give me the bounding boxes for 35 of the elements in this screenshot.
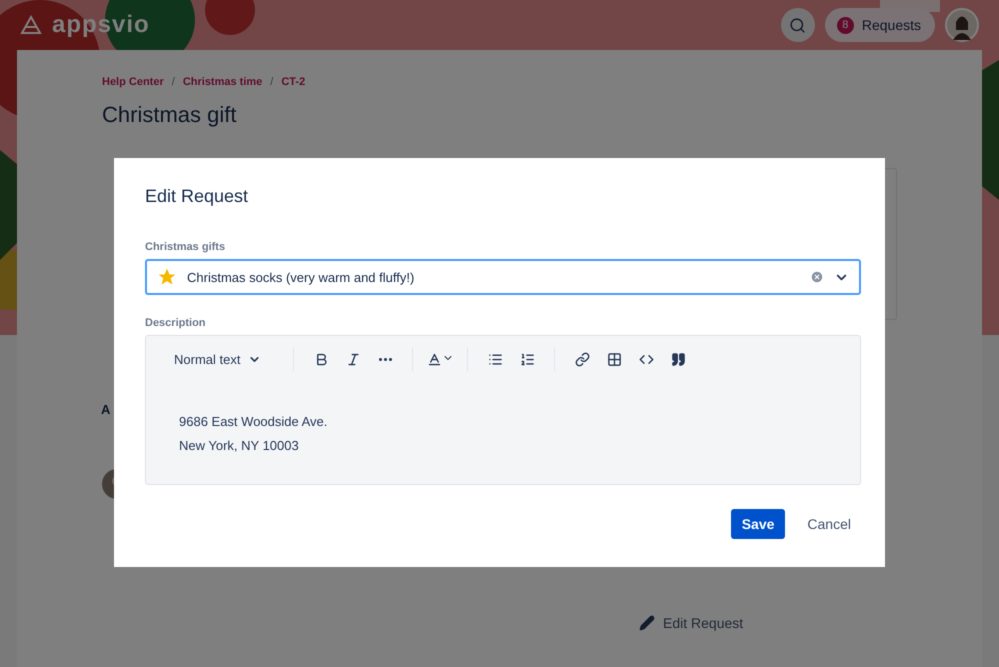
breadcrumb-link[interactable]: Help Center	[102, 76, 164, 88]
star-icon	[157, 267, 177, 287]
logo-icon	[20, 15, 42, 35]
field-label: Christmas gifts	[145, 241, 226, 253]
avatar[interactable]	[945, 8, 979, 42]
bullet-list-icon	[488, 352, 503, 366]
numbered-list-icon	[520, 352, 535, 366]
breadcrumb-separator: /	[270, 76, 274, 88]
clear-icon[interactable]	[810, 270, 824, 284]
gift-select[interactable]: Christmas socks (very warm and fluffy!)	[145, 259, 861, 295]
description-line: 9686 East Woodside Ave.	[179, 413, 328, 431]
description-editor[interactable]: Normal text 9686 East Woodside Ave. New York, NY 10003	[145, 335, 861, 485]
breadcrumb-separator: /	[172, 76, 175, 88]
cancel-button[interactable]: Cancel	[797, 509, 861, 539]
field-label: Description	[145, 317, 207, 329]
description-line: New York, NY 10003	[179, 437, 300, 455]
request-count: 8	[836, 16, 854, 34]
save-button[interactable]: Save	[730, 509, 786, 539]
more-icon	[378, 358, 392, 360]
dialog-title: Edit Request	[145, 186, 250, 207]
edit-request-link[interactable]: Edit Request	[639, 615, 744, 631]
search-icon	[789, 16, 806, 34]
breadcrumb-link[interactable]: Christmas time	[182, 76, 262, 88]
select-value: Christmas socks (very warm and fluffy!)	[187, 270, 416, 284]
italic-icon	[346, 352, 361, 366]
page-title: Christmas gift	[102, 102, 238, 128]
link-icon	[574, 352, 590, 366]
section-heading: A	[101, 402, 112, 417]
text-color-icon	[426, 352, 454, 366]
pencil-icon	[639, 615, 655, 631]
table-icon	[606, 352, 622, 366]
quote-icon	[670, 352, 686, 366]
text-style-dropdown[interactable]: Normal text	[168, 352, 268, 366]
breadcrumb-link[interactable]: CT-2	[281, 76, 306, 88]
requests-button[interactable]: 8 Requests	[824, 8, 935, 42]
